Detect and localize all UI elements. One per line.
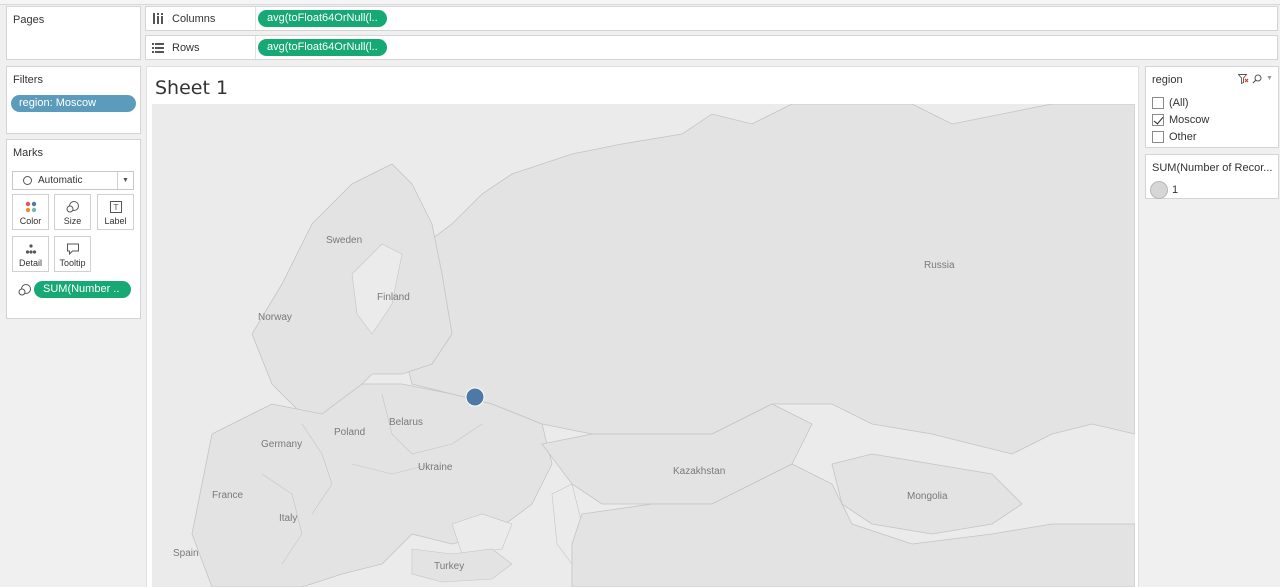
- rows-shelf-label: Rows: [146, 36, 256, 59]
- size-encoding-pill[interactable]: SUM(Number ..: [34, 281, 131, 298]
- rows-pill[interactable]: avg(toFloat64OrNull(l..: [258, 39, 387, 56]
- filters-card[interactable]: Filters region: Moscow: [6, 66, 141, 134]
- map-area[interactable]: Sweden Finland Norway Russia Belarus Pol…: [152, 104, 1135, 587]
- detail-icon: [25, 243, 37, 257]
- pages-title: Pages: [13, 14, 45, 26]
- region-option-other-label: Other: [1169, 131, 1197, 143]
- columns-icon: [152, 13, 164, 24]
- detail-button[interactable]: Detail: [12, 236, 49, 272]
- pages-card[interactable]: Pages: [6, 6, 141, 60]
- columns-shelf[interactable]: Columns avg(toFloat64OrNull(l..: [145, 6, 1278, 31]
- search-icon[interactable]: [1252, 74, 1262, 87]
- color-icon: [25, 201, 37, 215]
- checkbox-other[interactable]: [1152, 131, 1164, 143]
- map-label-poland: Poland: [334, 427, 366, 438]
- columns-label-text: Columns: [172, 12, 216, 25]
- sheet-view[interactable]: Sheet 1 Sweden Finland Norway Russia Bel…: [146, 66, 1139, 587]
- svg-text:T: T: [112, 203, 118, 212]
- map-label-norway: Norway: [258, 312, 292, 323]
- tooltip-icon: [66, 243, 79, 257]
- map-label-germany: Germany: [261, 439, 303, 450]
- chevron-down-icon[interactable]: ▼: [1266, 75, 1273, 82]
- map-label-spain: Spain: [173, 548, 199, 559]
- region-option-all-label: (All): [1169, 97, 1189, 109]
- checkbox-all[interactable]: [1152, 97, 1164, 109]
- map-label-finland: Finland: [377, 292, 410, 303]
- clear-filter-icon[interactable]: [1237, 74, 1249, 87]
- checkbox-moscow[interactable]: [1152, 114, 1164, 126]
- filters-title: Filters: [13, 74, 43, 86]
- label-button[interactable]: T Label: [97, 194, 134, 230]
- marks-card[interactable]: Marks Automatic ▼ Color Size T Label Det…: [6, 139, 141, 319]
- size-legend-title: SUM(Number of Recor...: [1152, 162, 1273, 174]
- rows-shelf[interactable]: Rows avg(toFloat64OrNull(l..: [145, 35, 1278, 60]
- marks-title: Marks: [13, 147, 43, 159]
- region-option-moscow-label: Moscow: [1169, 114, 1210, 126]
- size-button[interactable]: Size: [54, 194, 91, 230]
- color-button[interactable]: Color: [12, 194, 49, 230]
- map-label-russia: Russia: [924, 260, 955, 271]
- mark-type-dropdown[interactable]: Automatic ▼: [12, 171, 134, 190]
- color-label: Color: [19, 216, 42, 226]
- tooltip-label: Tooltip: [59, 258, 86, 268]
- map-label-kazakhstan: Kazakhstan: [673, 466, 726, 477]
- map-label-belarus: Belarus: [389, 417, 423, 428]
- map-shapes: [152, 104, 1135, 587]
- mark-type-value: Automatic: [38, 175, 83, 186]
- size-icon: [66, 201, 80, 215]
- rows-label-text: Rows: [172, 41, 200, 54]
- map-label-italy: Italy: [279, 513, 298, 524]
- tooltip-button[interactable]: Tooltip: [54, 236, 91, 272]
- region-filter-card[interactable]: region ▼ (All) Moscow Other: [1145, 66, 1279, 148]
- size-encoding-icon: [18, 284, 32, 299]
- size-legend-circle: [1150, 181, 1168, 199]
- region-filter-title: region: [1152, 74, 1183, 86]
- map-label-turkey: Turkey: [434, 561, 465, 572]
- detail-label: Detail: [18, 258, 42, 268]
- rows-icon: [152, 42, 164, 53]
- columns-pill[interactable]: avg(toFloat64OrNull(l..: [258, 10, 387, 27]
- map-label-mongolia: Mongolia: [907, 491, 948, 502]
- map-label-sweden: Sweden: [326, 235, 363, 246]
- size-label: Size: [63, 216, 82, 226]
- map-label-ukraine: Ukraine: [418, 462, 453, 473]
- chevron-down-icon[interactable]: ▼: [117, 172, 133, 189]
- map-label-france: France: [212, 490, 244, 501]
- map-point-moscow[interactable]: [465, 387, 485, 407]
- sheet-title: Sheet 1: [155, 77, 229, 99]
- circle-icon: [23, 176, 32, 185]
- region-option-moscow[interactable]: Moscow: [1152, 114, 1209, 126]
- size-legend-card[interactable]: SUM(Number of Recor... 1: [1145, 154, 1279, 199]
- columns-shelf-label: Columns: [146, 7, 256, 30]
- filter-pill-region[interactable]: region: Moscow: [11, 95, 136, 112]
- top-strip: [0, 0, 1280, 5]
- label-label: Label: [104, 216, 127, 226]
- region-option-all[interactable]: (All): [1152, 97, 1189, 109]
- region-option-other[interactable]: Other: [1152, 131, 1197, 143]
- size-legend-value: 1: [1172, 184, 1179, 196]
- text-label-icon: T: [109, 201, 122, 215]
